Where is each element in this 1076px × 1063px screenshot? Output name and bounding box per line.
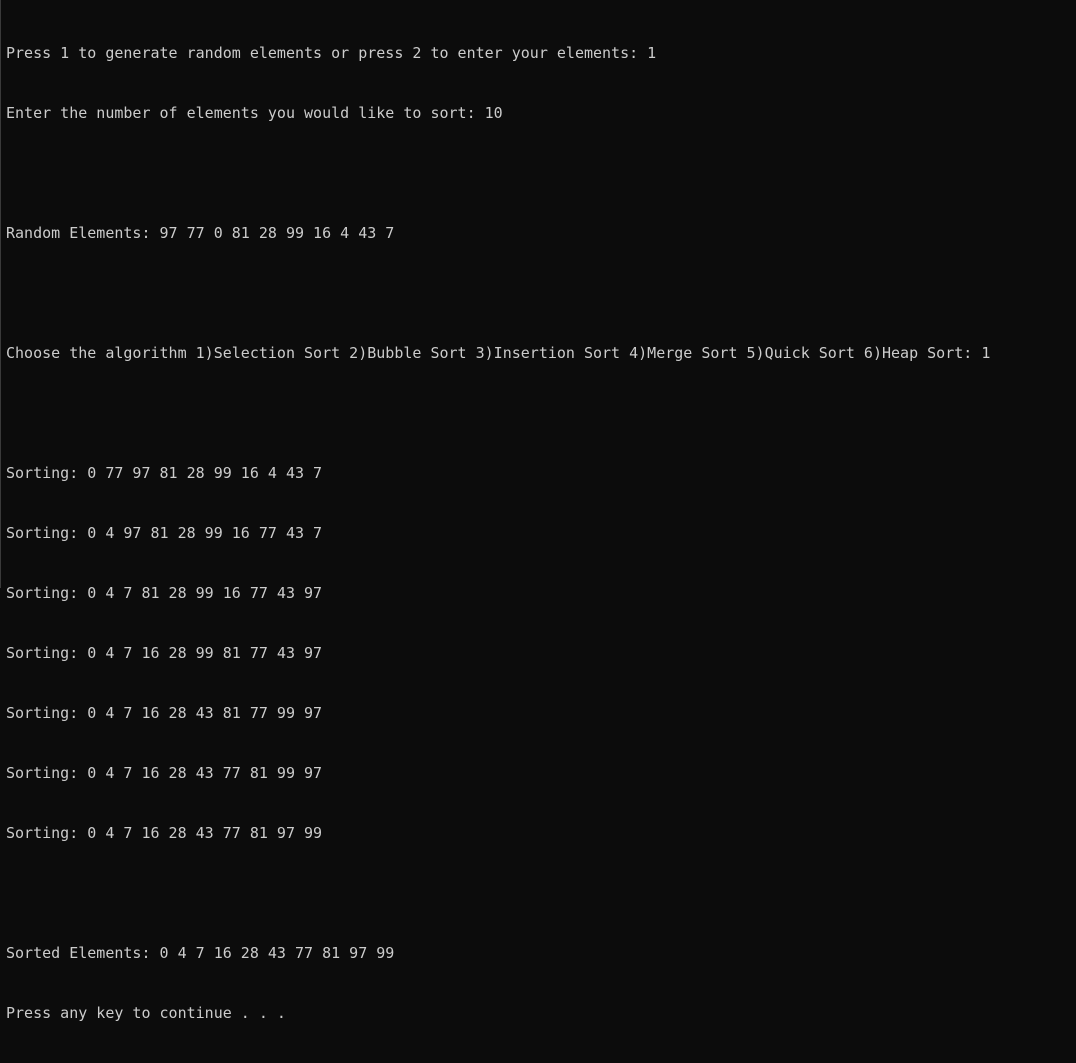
prompt-generate-line: Press 1 to generate random elements or p… [6, 44, 657, 62]
sorting-step-line: Sorting: 0 4 7 81 28 99 16 77 43 97 [6, 584, 323, 602]
continue-prompt-line: Press any key to continue . . . [6, 1004, 286, 1022]
algorithm-prompt-line: Choose the algorithm 1)Selection Sort 2)… [6, 344, 991, 362]
sorting-step-line: Sorting: 0 4 97 81 28 99 16 77 43 7 [6, 524, 323, 542]
sorting-step-line: Sorting: 0 4 7 16 28 43 77 81 97 99 [6, 824, 323, 842]
console-output: Press 1 to generate random elements or p… [6, 3, 990, 1063]
prompt-count-line: Enter the number of elements you would l… [6, 104, 503, 122]
console-window[interactable]: Press 1 to generate random elements or p… [0, 0, 1076, 1022]
sorting-step-line: Sorting: 0 4 7 16 28 43 77 81 99 97 [6, 764, 323, 782]
random-elements-line: Random Elements: 97 77 0 81 28 99 16 4 4… [6, 224, 395, 242]
sorting-step-line: Sorting: 0 4 7 16 28 43 81 77 99 97 [6, 704, 323, 722]
sorting-step-line: Sorting: 0 4 7 16 28 99 81 77 43 97 [6, 644, 323, 662]
sorting-step-line: Sorting: 0 77 97 81 28 99 16 4 43 7 [6, 464, 323, 482]
sorted-elements-line: Sorted Elements: 0 4 7 16 28 43 77 81 97… [6, 944, 395, 962]
